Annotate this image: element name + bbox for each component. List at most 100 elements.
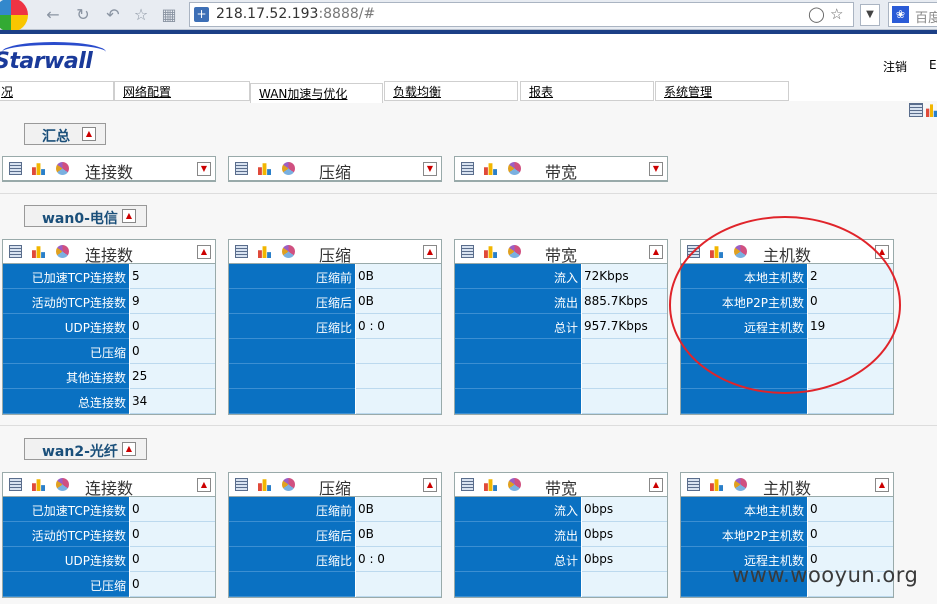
table-icon[interactable] xyxy=(235,162,248,175)
bar-chart-icon[interactable] xyxy=(258,246,271,258)
collapse-icon[interactable]: ▲ xyxy=(122,209,136,223)
baidu-paw-icon: ❀ xyxy=(892,6,909,23)
row-value xyxy=(582,364,667,389)
pie-chart-icon[interactable] xyxy=(282,162,295,175)
bar-chart-icon[interactable] xyxy=(484,479,497,491)
row-value: 0 : 0 xyxy=(356,314,441,339)
divider xyxy=(0,425,937,426)
row-value: 0 xyxy=(808,522,893,547)
row-label xyxy=(455,389,581,414)
table-icon[interactable] xyxy=(461,478,474,491)
bar-chart-icon[interactable] xyxy=(32,246,45,258)
address-bar[interactable]: + 218.17.52.193:8888/# ◯ ☆ xyxy=(189,2,854,27)
panel-title: 压缩 xyxy=(319,246,352,265)
dropdown-arrow-icon[interactable]: ▼ xyxy=(860,4,880,26)
pie-chart-icon[interactable] xyxy=(508,245,521,258)
table-view-icon[interactable] xyxy=(909,103,923,117)
table-icon[interactable] xyxy=(461,162,474,175)
table-row: 压缩前 0B xyxy=(229,497,441,522)
table-row: 压缩比 0 : 0 xyxy=(229,547,441,572)
table-row: 其他连接数 25 xyxy=(3,364,215,389)
row-value: 0B xyxy=(356,522,441,547)
grid-icon[interactable]: ▦ xyxy=(158,4,180,26)
pie-chart-icon[interactable] xyxy=(56,245,69,258)
bar-chart-icon[interactable] xyxy=(710,479,723,491)
table-icon[interactable] xyxy=(9,245,22,258)
panel-title: 连接数 xyxy=(85,479,134,498)
panel-dropdown-icon[interactable]: ▼ xyxy=(197,162,211,176)
pie-chart-icon[interactable] xyxy=(734,478,747,491)
logout-link[interactable]: 注销 xyxy=(883,58,907,75)
tab-system[interactable]: 系统管理 xyxy=(655,81,789,101)
pie-chart-icon[interactable] xyxy=(508,162,521,175)
undo-icon[interactable]: ↶ xyxy=(102,4,124,26)
tab-load-balance[interactable]: 负载均衡 xyxy=(384,81,518,101)
table-icon[interactable] xyxy=(9,478,22,491)
table-row: 活动的TCP连接数 9 xyxy=(3,289,215,314)
tab-overview[interactable]: 况 xyxy=(0,81,114,101)
pie-chart-icon[interactable] xyxy=(282,245,295,258)
bar-chart-icon[interactable] xyxy=(484,246,497,258)
row-value xyxy=(356,339,441,364)
divider xyxy=(0,193,937,194)
pie-chart-icon[interactable] xyxy=(56,478,69,491)
tab-network-config[interactable]: 网络配置 xyxy=(114,81,250,101)
table-row: 流出 0bps xyxy=(455,522,667,547)
compat-icon[interactable]: ◯ xyxy=(808,5,825,23)
row-value: 0bps xyxy=(582,547,667,572)
reload-icon[interactable]: ↻ xyxy=(72,4,94,26)
row-label: 本地P2P主机数 xyxy=(681,522,807,547)
wan0-compression-panel: 压缩 ▲ 压缩前 0B 压缩后 0B 压缩比 0 : 0 xyxy=(228,239,442,415)
summary-compression-panel: 压缩 ▼ xyxy=(228,156,442,182)
panel-dropdown-icon[interactable]: ▲ xyxy=(649,245,663,259)
row-label xyxy=(229,572,355,597)
row-value xyxy=(582,572,667,597)
collapse-icon[interactable]: ▲ xyxy=(82,127,96,141)
bar-chart-icon[interactable] xyxy=(258,163,271,175)
pie-chart-icon[interactable] xyxy=(508,478,521,491)
table-row: 已压缩 0 xyxy=(3,572,215,597)
table-icon[interactable] xyxy=(687,478,700,491)
table-icon[interactable] xyxy=(235,478,248,491)
row-label: 流入 xyxy=(455,497,581,522)
language-link[interactable]: E xyxy=(929,58,937,72)
section-wan2-header[interactable]: wan2-光纤 ▲ xyxy=(24,438,147,460)
table-icon[interactable] xyxy=(235,245,248,258)
panel-dropdown-icon[interactable]: ▼ xyxy=(649,162,663,176)
panel-dropdown-icon[interactable]: ▼ xyxy=(423,162,437,176)
section-wan0-header[interactable]: wan0-电信 ▲ xyxy=(24,205,147,227)
header-stripe xyxy=(0,30,937,34)
panel-dropdown-icon[interactable]: ▲ xyxy=(423,478,437,492)
tab-reports[interactable]: 报表 xyxy=(520,81,654,101)
bar-chart-icon[interactable] xyxy=(32,163,45,175)
bar-chart-icon[interactable] xyxy=(32,479,45,491)
search-box[interactable]: ❀ 百度 xyxy=(888,2,937,27)
bar-chart-icon[interactable] xyxy=(484,163,497,175)
collapse-icon[interactable]: ▲ xyxy=(122,442,136,456)
bar-chart-icon[interactable] xyxy=(258,479,271,491)
wan0-connections-panel: 连接数 ▲ 已加速TCP连接数 5 活动的TCP连接数 9 UDP连接数 0 已压缩 0 其他连接数… xyxy=(2,239,216,415)
panel-dropdown-icon[interactable]: ▲ xyxy=(649,478,663,492)
url-text[interactable]: 218.17.52.193:8888/# xyxy=(216,6,375,22)
table-icon[interactable] xyxy=(9,162,22,175)
panel-dropdown-icon[interactable]: ▲ xyxy=(197,478,211,492)
row-label: 已加速TCP连接数 xyxy=(3,497,129,522)
row-value xyxy=(582,339,667,364)
bookmark-star-icon[interactable]: ☆ xyxy=(830,5,843,23)
back-icon[interactable]: ← xyxy=(42,4,64,26)
panel-title: 连接数 xyxy=(85,163,134,182)
panel-dropdown-icon[interactable]: ▲ xyxy=(197,245,211,259)
panel-dropdown-icon[interactable]: ▲ xyxy=(423,245,437,259)
section-summary-header[interactable]: 汇总 ▲ xyxy=(24,123,106,145)
table-row: 总计 957.7Kbps xyxy=(455,314,667,339)
table-icon[interactable] xyxy=(461,245,474,258)
panel-title: 主机数 xyxy=(763,479,812,498)
tab-wan-acceleration[interactable]: WAN加速与优化 xyxy=(250,83,383,103)
star-icon[interactable]: ☆ xyxy=(130,4,152,26)
browser-logo-icon[interactable] xyxy=(0,0,28,32)
row-value: 0B xyxy=(356,289,441,314)
panel-title: 带宽 xyxy=(545,246,578,265)
panel-dropdown-icon[interactable]: ▲ xyxy=(875,478,889,492)
pie-chart-icon[interactable] xyxy=(282,478,295,491)
pie-chart-icon[interactable] xyxy=(56,162,69,175)
